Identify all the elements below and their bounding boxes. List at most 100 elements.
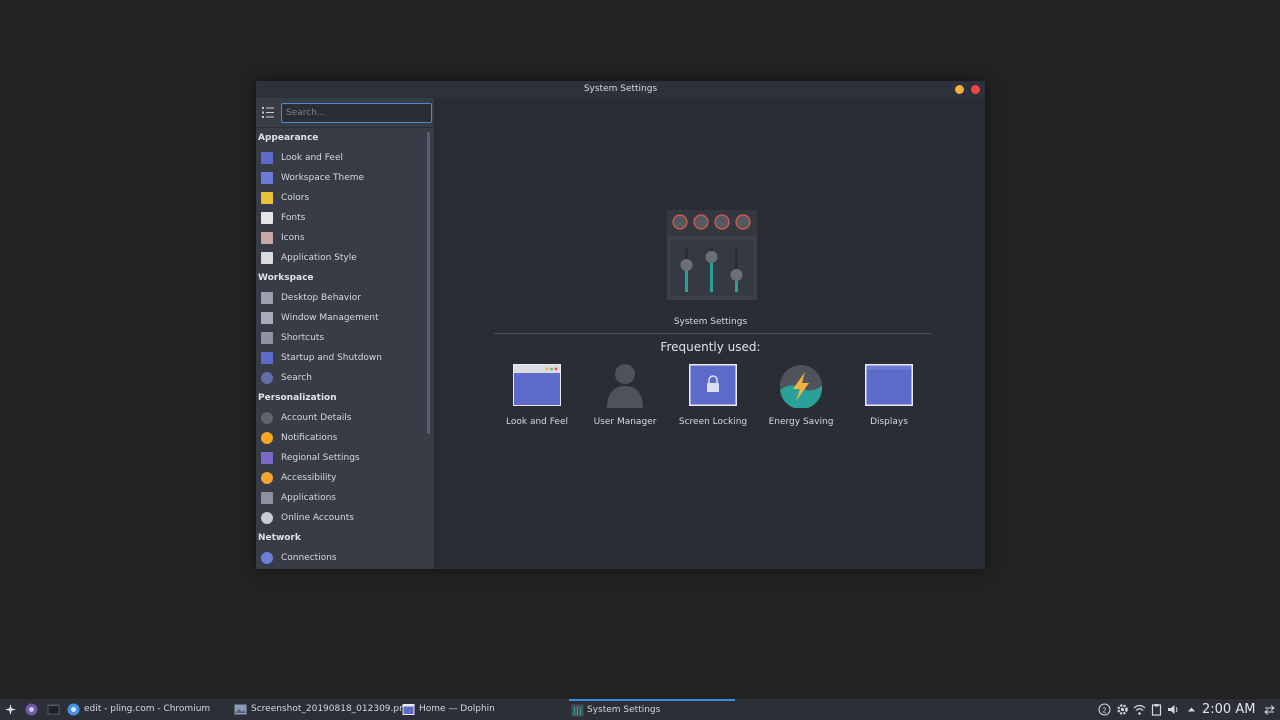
- settings-tray-icon[interactable]: [1116, 703, 1129, 716]
- task-dolphin[interactable]: Home — Dolphin: [402, 699, 495, 720]
- application-style-icon: [261, 252, 273, 264]
- displays-icon: [865, 364, 913, 406]
- sidebar-item-label: Notifications: [281, 433, 338, 443]
- sidebar-item-icons[interactable]: Icons: [256, 228, 426, 248]
- sidebar-item-accessibility[interactable]: Accessibility: [256, 468, 426, 488]
- sidebar-item-search[interactable]: Search: [256, 368, 426, 388]
- energy-saving-icon: [780, 365, 823, 408]
- sidebar-item-label: Workspace Theme: [281, 173, 365, 183]
- sidebar-item-workspace-theme[interactable]: Workspace Theme: [256, 168, 426, 188]
- sidebar-item-label: Startup and Shutdown: [281, 353, 382, 363]
- volume-icon[interactable]: [1167, 703, 1180, 716]
- regional-settings-icon: [261, 452, 273, 464]
- pager-icon[interactable]: [25, 703, 38, 716]
- sidebar-item-desktop-behavior[interactable]: Desktop Behavior: [256, 288, 426, 308]
- sidebar-item-notifications[interactable]: Notifications: [256, 428, 426, 448]
- tile-label: Energy Saving: [768, 417, 834, 427]
- sidebar-item-shortcuts[interactable]: Shortcuts: [256, 328, 426, 348]
- sidebar-item-label: Online Accounts: [281, 513, 354, 523]
- chromium-icon: [67, 703, 80, 716]
- tile-label: Screen Locking: [678, 417, 748, 427]
- window-management-icon: [261, 312, 273, 324]
- sidebar-item-connections[interactable]: Connections: [256, 548, 426, 568]
- sidebar-item-applications[interactable]: Applications: [256, 488, 426, 508]
- shortcuts-icon: [261, 332, 273, 344]
- icons-icon: [261, 232, 273, 244]
- system-settings-mixer-icon: [667, 210, 757, 300]
- chevron-up-icon[interactable]: [1185, 703, 1198, 716]
- hero-caption: System Settings: [673, 317, 748, 327]
- account-details-icon: [261, 412, 273, 424]
- sidebar-category-network: Network: [258, 533, 301, 543]
- sidebar-item-label: Application Style: [281, 253, 357, 263]
- sidebar-item-look-and-feel[interactable]: Look and Feel: [256, 148, 426, 168]
- sidebar-item-label: Window Management: [281, 313, 379, 323]
- sidebar-item-online-accounts[interactable]: Online Accounts: [256, 508, 426, 528]
- clipboard-icon[interactable]: [1150, 703, 1163, 716]
- desktop-behavior-icon: [261, 292, 273, 304]
- screen-locking-icon: [689, 364, 737, 406]
- workspace-theme-icon: [261, 172, 273, 184]
- task-label: System Settings: [587, 705, 661, 715]
- frequently-used-title: Frequently used:: [660, 340, 761, 354]
- sidebar-item-label: Look and Feel: [281, 153, 343, 163]
- sidebar-category-workspace: Workspace: [258, 273, 314, 283]
- sidebar-item-label: Desktop Behavior: [281, 293, 361, 303]
- show-desktop-icon[interactable]: [1263, 703, 1276, 716]
- startup-shutdown-icon: [261, 352, 273, 364]
- tile-displays[interactable]: Displays: [845, 362, 933, 432]
- sidebar-item-label: Accessibility: [281, 473, 337, 483]
- task-label: edit - pling.com - Chromium: [84, 704, 211, 714]
- sidebar-category-appearance: Appearance: [258, 133, 319, 143]
- sidebar-item-startup-and-shutdown[interactable]: Startup and Shutdown: [256, 348, 426, 368]
- sidebar-item-label: Icons: [281, 233, 305, 243]
- menu-icon[interactable]: [262, 107, 274, 118]
- sidebar-item-colors[interactable]: Colors: [256, 188, 426, 208]
- task-chromium[interactable]: edit - pling.com - Chromium: [67, 699, 210, 720]
- system-settings-window: System Settings Appearance Look and Feel W…: [256, 81, 985, 569]
- window-title: System Settings: [583, 84, 658, 94]
- tile-screen-locking[interactable]: Screen Locking: [669, 362, 757, 432]
- online-accounts-icon: [261, 512, 273, 524]
- tile-label: Look and Feel: [506, 417, 568, 427]
- sidebar-item-account-details[interactable]: Account Details: [256, 408, 426, 428]
- sidebar-item-regional-settings[interactable]: Regional Settings: [256, 448, 426, 468]
- sidebar-item-label: Regional Settings: [281, 453, 360, 463]
- taskbar: edit - pling.com - Chromium Screenshot_2…: [0, 699, 1280, 720]
- system-settings-icon: [571, 704, 584, 717]
- application-launcher-icon[interactable]: [4, 703, 17, 716]
- task-label: Screenshot_20190818_012309.pn...: [251, 704, 414, 714]
- look-and-feel-icon: [513, 364, 561, 406]
- look-and-feel-icon: [261, 152, 273, 164]
- sidebar-item-fonts[interactable]: Fonts: [256, 208, 426, 228]
- dolphin-icon: [402, 704, 415, 715]
- window-titlebar[interactable]: System Settings: [256, 81, 985, 98]
- terminal-icon[interactable]: [47, 703, 60, 716]
- tile-user-manager[interactable]: User Manager: [581, 362, 669, 432]
- sidebar-item-window-management[interactable]: Window Management: [256, 308, 426, 328]
- tile-look-and-feel[interactable]: Look and Feel: [493, 362, 581, 432]
- tile-energy-saving[interactable]: Energy Saving: [757, 362, 845, 432]
- sidebar-item-label: Colors: [281, 193, 310, 203]
- close-button[interactable]: [971, 85, 980, 94]
- sidebar-item-application-style[interactable]: Application Style: [256, 248, 426, 268]
- task-system-settings[interactable]: System Settings: [569, 699, 735, 720]
- search-icon: [261, 372, 273, 384]
- minimize-button[interactable]: [955, 85, 964, 94]
- tile-label: User Manager: [593, 417, 657, 427]
- applications-icon: [261, 492, 273, 504]
- image-file-icon: [234, 704, 247, 715]
- search-input[interactable]: [281, 103, 432, 123]
- sidebar: Appearance Look and Feel Workspace Theme Co…: [256, 98, 435, 569]
- sidebar-item-label: Fonts: [281, 213, 306, 223]
- sidebar-header: [256, 98, 435, 128]
- clock[interactable]: 2:00 AM: [1202, 699, 1255, 720]
- sidebar-list: Appearance Look and Feel Workspace Theme Co…: [256, 128, 426, 568]
- divider: [494, 333, 931, 334]
- notification-count-icon[interactable]: 2: [1098, 703, 1111, 716]
- sidebar-item-label: Account Details: [281, 413, 352, 423]
- task-screenshot[interactable]: Screenshot_20190818_012309.pn...: [234, 699, 413, 720]
- wifi-icon[interactable]: [1133, 703, 1146, 716]
- sidebar-scrollbar[interactable]: [427, 132, 430, 434]
- connections-icon: [261, 552, 273, 564]
